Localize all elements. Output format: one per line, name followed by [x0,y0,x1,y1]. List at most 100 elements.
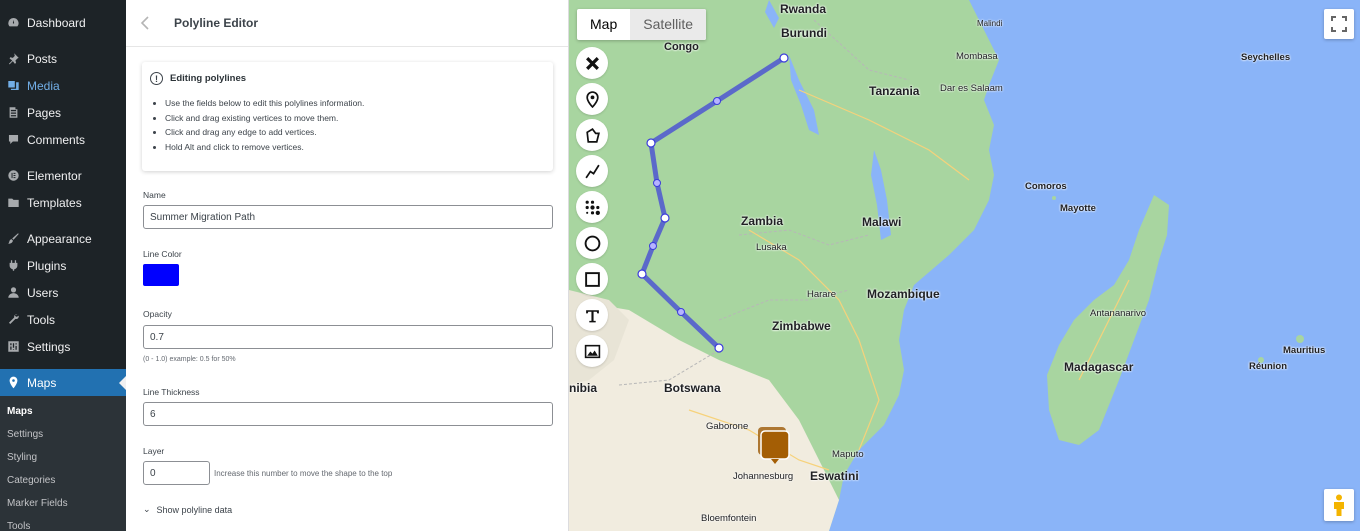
layer-field[interactable] [143,461,210,485]
dots-icon [585,200,600,215]
sidebar-item-label: Posts [27,51,58,66]
list-item: Use the fields below to edit this polyli… [165,96,543,111]
map-label-bloemfontein: Bloemfontein [701,513,757,524]
map-canvas[interactable]: Rwanda Burundi de la Congo Malindi Momba… [569,0,1360,531]
wrench-icon [6,313,20,327]
back-button[interactable] [126,0,164,47]
list-item: Hold Alt and click to remove vertices. [165,140,543,155]
sidebar-item-label: Elementor [27,168,82,183]
submenu-item-settings[interactable]: Settings [0,423,126,446]
map-label-johannesburg: Johannesburg [733,471,794,482]
sidebar-item-label: Templates [27,195,82,210]
sidebar-item-label: Maps [27,375,57,390]
sidebar-item-comments[interactable]: Comments [0,126,126,153]
opacity-field[interactable] [143,325,553,349]
line-thickness-label: Line Thickness [143,387,200,397]
comment-icon [6,133,20,147]
sidebar-item-settings[interactable]: Settings [0,333,126,360]
sidebar-item-pages[interactable]: Pages [0,99,126,126]
marker-icon [758,427,790,464]
line-thickness-field[interactable] [143,402,553,426]
map-label-malindi: Malindi [977,19,1003,28]
fullscreen-icon [1331,16,1347,32]
sidebar-item-label: Appearance [27,231,92,246]
map-pin-icon [585,90,599,108]
heatmap-tool-button[interactable] [576,191,608,223]
map-label-zimbabwe: Zimbabwe [772,319,831,333]
submenu-item-tools[interactable]: Tools [0,515,126,531]
text-tool-button[interactable] [576,299,608,331]
submenu-item-categories[interactable]: Categories [0,469,126,492]
map-base [569,0,1304,531]
image-icon [584,344,600,358]
map-label-rwanda: Rwanda [780,2,827,16]
line-color-picker[interactable] [143,264,179,286]
admin-sidebar: Dashboard Posts Media Pages Comments Ele… [0,0,126,531]
drawing-toolbar [576,47,608,371]
circle-icon [584,235,600,251]
layer-hint: Increase this number to move the shape t… [214,469,393,478]
submenu-item-styling[interactable]: Styling [0,446,126,469]
map-label-burundi: Burundi [781,26,827,40]
map-label-lusaka: Lusaka [756,242,787,253]
sidebar-item-label: Plugins [27,258,67,273]
sidebar-item-dashboard[interactable]: Dashboard [0,9,126,36]
map-type-map-button[interactable]: Map [577,9,630,40]
polyline-tool-button[interactable] [576,155,608,187]
marker-tool-button[interactable] [576,83,608,115]
polygon-tool-button[interactable] [576,119,608,151]
map-label-namibia: nibia [569,381,598,395]
sidebar-item-maps[interactable]: Maps [0,369,126,396]
sidebar-item-posts[interactable]: Posts [0,45,126,72]
polyline-icon [584,164,600,178]
show-polyline-data-toggle[interactable]: ⌄ Show polyline data [143,504,232,515]
map-label-madagascar: Madagascar [1064,360,1134,374]
map-label-tanzania: Tanzania [869,84,920,98]
sidebar-item-templates[interactable]: Templates [0,189,126,216]
map-label-antananarivo: Antananarivo [1090,308,1146,319]
name-field[interactable] [143,205,553,229]
sidebar-item-appearance[interactable]: Appearance [0,225,126,252]
list-item: Click and drag existing vertices to move… [165,111,543,126]
map-label-comoros: Comoros [1025,181,1067,192]
dashboard-icon [6,16,20,30]
line-color-label: Line Color [143,249,182,259]
map-label-zambia: Zambia [741,214,784,228]
close-tool-button[interactable] [576,47,608,79]
map-label-eswatini: Eswatini [810,469,859,483]
sidebar-item-label: Dashboard [27,15,86,30]
sidebar-item-elementor[interactable]: Elementor [0,162,126,189]
circle-tool-button[interactable] [576,227,608,259]
sidebar-item-plugins[interactable]: Plugins [0,252,126,279]
map-label-mauritius: Mauritius [1283,345,1326,356]
rectangle-tool-button[interactable] [576,263,608,295]
map-label-gaborone: Gaborone [706,421,749,432]
map-label-mozambique: Mozambique [867,287,940,301]
submenu-item-maps[interactable]: Maps [0,400,126,423]
pushpin-icon [6,52,20,66]
sidebar-item-users[interactable]: Users [0,279,126,306]
notice-list: Use the fields below to edit this polyli… [150,96,543,154]
sidebar-item-media[interactable]: Media [0,72,126,99]
user-icon [6,286,20,300]
sidebar-item-tools[interactable]: Tools [0,306,126,333]
brush-icon [6,232,20,246]
image-tool-button[interactable] [576,335,608,367]
street-view-pegman[interactable] [1324,489,1354,521]
pegman-icon [1334,494,1344,516]
map-label-mayotte: Mayotte [1060,203,1096,214]
opacity-hint: (0 - 1.0) example: 0.5 for 50% [143,356,236,363]
map-type-satellite-button[interactable]: Satellite [630,9,707,40]
text-icon [585,309,599,322]
submenu-item-marker-fields[interactable]: Marker Fields [0,492,126,515]
map-label-malawi: Malawi [862,215,902,229]
editing-notice: ! Editing polylines Use the fields below… [142,62,553,171]
sidebar-item-label: Pages [27,105,62,120]
fullscreen-button[interactable] [1324,9,1354,39]
square-icon [584,271,600,287]
map-type-control: Map Satellite [577,9,707,40]
map-label-reunion: Réunion [1249,361,1287,372]
map-marker[interactable] [756,425,790,465]
sidebar-item-label: Settings [27,339,71,354]
list-item: Click and drag any edge to add vertices. [165,125,543,140]
